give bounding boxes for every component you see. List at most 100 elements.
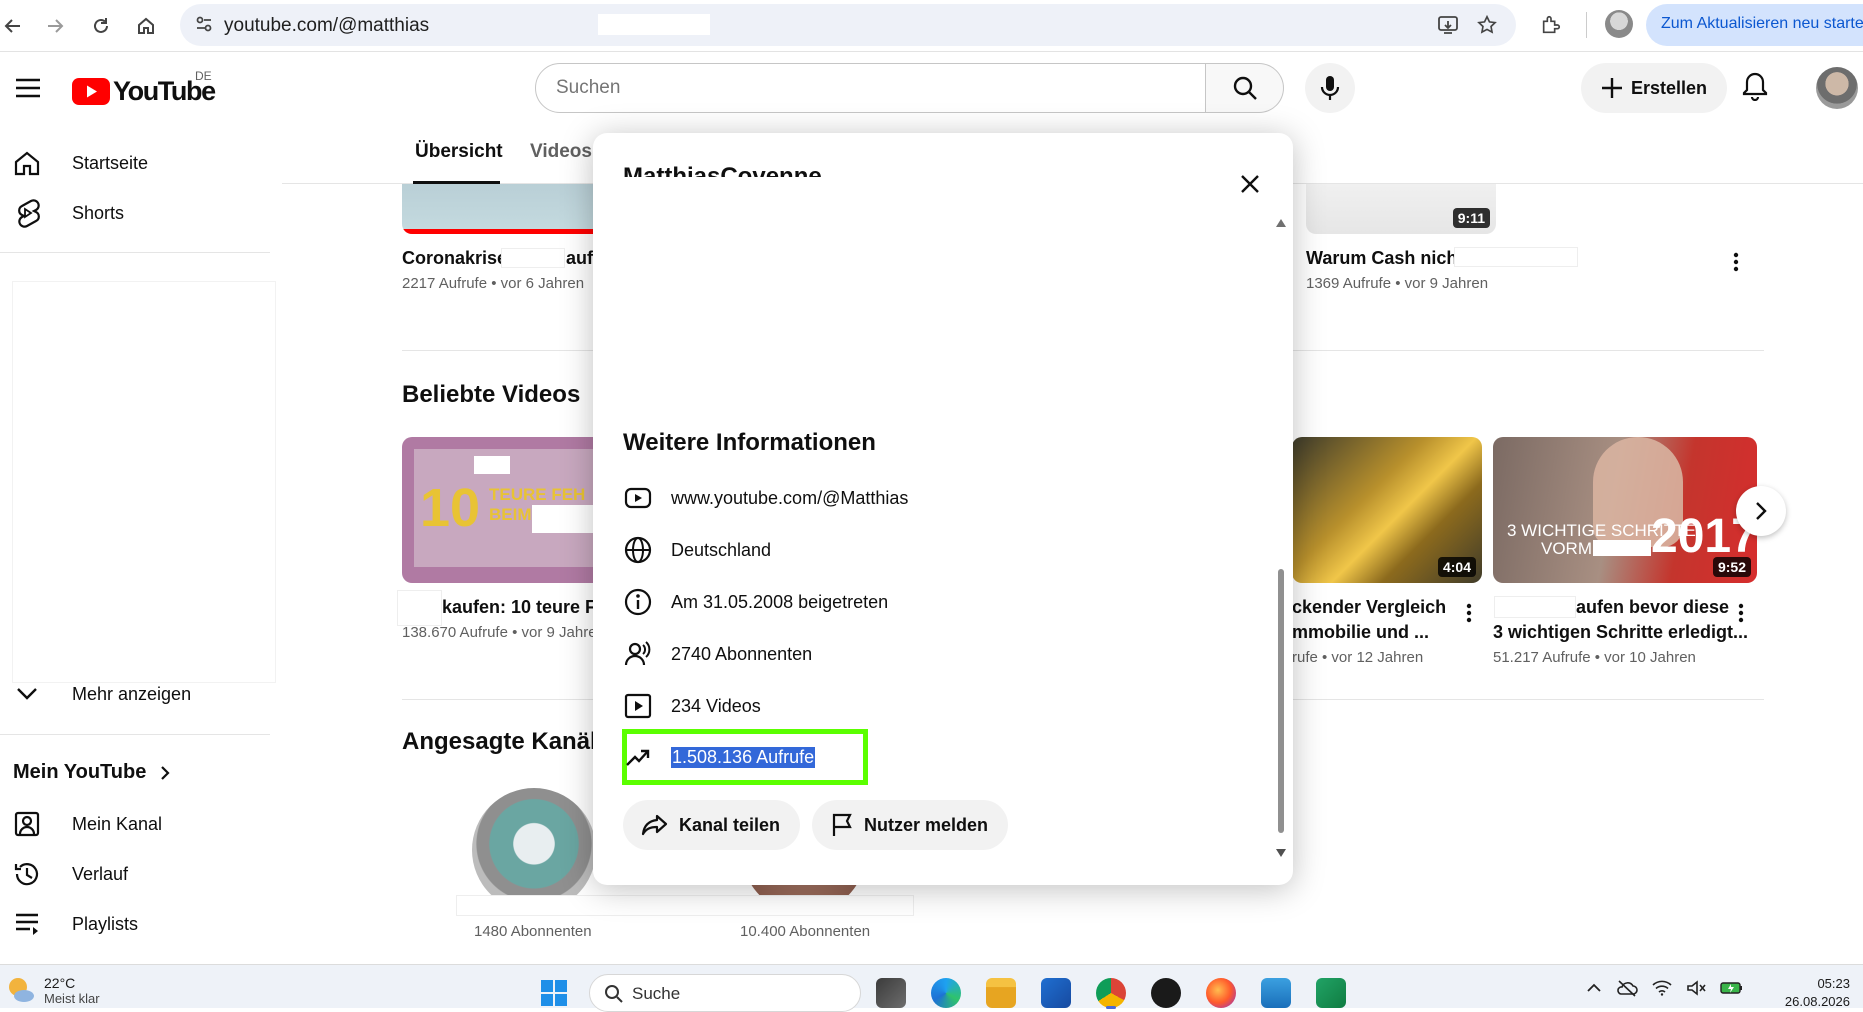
profile-avatar[interactable] (1605, 10, 1633, 38)
windows-start-icon[interactable] (540, 979, 568, 1007)
search-button[interactable] (1206, 63, 1284, 113)
search-input[interactable]: Suchen (535, 63, 1206, 113)
excel-app-icon[interactable] (1316, 978, 1346, 1008)
battery-charging-icon[interactable] (1720, 981, 1744, 995)
wifi-icon[interactable] (1652, 980, 1672, 996)
menu-icon[interactable] (15, 78, 41, 98)
site-settings-icon (196, 16, 212, 32)
taskbar-search[interactable]: Suche (589, 974, 861, 1012)
show-more-label: Mehr anzeigen (72, 683, 192, 704)
video-title[interactable]: Coronakrise (402, 246, 507, 271)
globe-icon (624, 536, 652, 564)
inkscape-app-icon[interactable] (1151, 978, 1181, 1008)
channel-url[interactable]: www.youtube.com/@Matthias (671, 488, 908, 509)
report-label: Nutzer melden (864, 814, 989, 835)
channel-avatar[interactable] (472, 788, 596, 912)
store-app-icon[interactable] (1041, 978, 1071, 1008)
video-thumbnail[interactable] (402, 184, 622, 234)
section-title: Mein YouTube (13, 761, 147, 783)
update-restart-button[interactable]: Zum Aktualisieren neu starten (1646, 4, 1863, 46)
tab-overview[interactable]: Übersicht (415, 141, 503, 163)
address-bar[interactable]: youtube.com/@matthias (180, 4, 1516, 46)
volume-muted-icon[interactable] (1686, 980, 1706, 996)
video-thumbnail[interactable]: 3 WICHTIGE SCHRITTE VORM 2017 9:52 (1493, 437, 1757, 583)
time: 05:23 (1817, 976, 1850, 991)
sidebar-item-history[interactable]: Verlauf (12, 852, 267, 896)
notepad-app-icon[interactable] (1261, 978, 1291, 1008)
back-button[interactable] (0, 7, 32, 45)
sidebar-divider (0, 734, 270, 735)
video-thumbnail[interactable]: 4:04 (1292, 437, 1482, 583)
extensions-icon[interactable] (1540, 14, 1562, 36)
channel-icon (14, 811, 40, 837)
video-title[interactable]: 3 wichtigen Schritte erledigt... (1493, 620, 1748, 645)
carousel-next-button[interactable] (1736, 486, 1786, 536)
weather-widget[interactable]: 22°C Meist klar (6, 975, 100, 1006)
sidebar-item-my-channel[interactable]: Mein Kanal (12, 802, 267, 846)
sidebar-item-label: Verlauf (72, 863, 129, 884)
reload-button[interactable] (82, 7, 120, 45)
video-title[interactable]: Warum Cash nicht (1306, 246, 1463, 271)
videos-count-text: 234 Videos (671, 695, 761, 716)
sidebar-item-shorts[interactable]: Shorts (12, 191, 267, 235)
sidebar-show-more[interactable]: Mehr anzeigen (12, 672, 267, 716)
notifications-bell-icon[interactable] (1742, 71, 1768, 101)
redacted-area (501, 248, 565, 268)
youtube-logo[interactable]: YouTube DE (72, 69, 216, 107)
home-button[interactable] (127, 7, 165, 45)
sidebar-item-playlists[interactable]: Playlists (12, 902, 267, 946)
clock[interactable]: 05:23 26.08.2026 (1770, 975, 1850, 1011)
redacted-area (397, 590, 442, 626)
temperature: 22°C (44, 975, 76, 991)
sidebar-item-home[interactable]: Startseite (12, 141, 267, 185)
account-avatar[interactable] (1816, 67, 1858, 109)
task-view-app-icon[interactable] (876, 978, 906, 1008)
more-actions-button[interactable] (1457, 601, 1481, 625)
firefox-app-icon[interactable] (1206, 978, 1236, 1008)
featured-channels-title: Angesagte Kanäl (402, 728, 597, 755)
more-vertical-icon (1738, 603, 1744, 623)
voice-search-button[interactable] (1305, 63, 1355, 113)
chrome-app-icon[interactable] (1096, 978, 1126, 1008)
info-row-link[interactable]: www.youtube.com/@Matthias (623, 478, 1123, 518)
sidebar-item-label: Startseite (72, 152, 149, 173)
redacted-subscriptions-area (12, 281, 276, 683)
total-views-text: 1.508.136 Aufrufe (671, 746, 816, 768)
video-title[interactable]: mmobilie und ... (1292, 620, 1429, 645)
chevron-down-icon (17, 688, 37, 700)
report-user-button[interactable]: Nutzer melden (812, 800, 1009, 850)
popular-videos-title: Beliebte Videos (402, 381, 581, 408)
video-title[interactable]: ckender Vergleich (1292, 595, 1446, 620)
redacted-area (456, 895, 914, 916)
search-icon (605, 985, 623, 1003)
browser-toolbar: youtube.com/@matthias Zum Aktualisieren … (0, 0, 1863, 52)
chevron-up-icon[interactable] (1586, 983, 1602, 993)
scrollbar-thumb[interactable] (1278, 569, 1284, 833)
scroll-down-icon (1276, 849, 1286, 857)
info-row-country: Deutschland (623, 530, 1123, 570)
tab-videos[interactable]: Videos (530, 141, 592, 163)
youtube-header: YouTube DE Suchen Erstellen (0, 52, 1863, 124)
forward-button[interactable] (36, 7, 74, 45)
home-browser-icon (138, 17, 154, 34)
video-title[interactable]: aufen bevor diese (1576, 595, 1729, 620)
weather-text: Meist klar (44, 991, 100, 1006)
shorts-icon (18, 199, 40, 228)
video-thumbnail[interactable]: 9:11 (1306, 184, 1496, 234)
system-tray (1586, 979, 1744, 997)
create-button[interactable]: Erstellen (1581, 63, 1727, 113)
file-explorer-app-icon[interactable] (986, 978, 1016, 1008)
share-channel-button[interactable]: Kanal teilen (623, 800, 801, 850)
cloud-off-icon[interactable] (1616, 979, 1638, 997)
edge-app-icon[interactable] (931, 978, 961, 1008)
more-actions-button[interactable] (1724, 250, 1748, 274)
back-arrow-icon (4, 19, 20, 33)
info-row-joined: Am 31.05.2008 beigetreten (623, 582, 1123, 622)
youtube-link-icon (624, 487, 652, 509)
more-actions-button[interactable] (1729, 601, 1753, 625)
info-row-subscribers: 2740 Abonnenten (623, 634, 1123, 674)
sidebar-section-my-youtube[interactable]: Mein YouTube (13, 761, 170, 784)
video-meta: rufe • vor 12 Jahren (1292, 649, 1424, 666)
video-title[interactable]: kaufen: 10 teure Fe (442, 595, 606, 620)
close-button[interactable] (1230, 164, 1270, 204)
